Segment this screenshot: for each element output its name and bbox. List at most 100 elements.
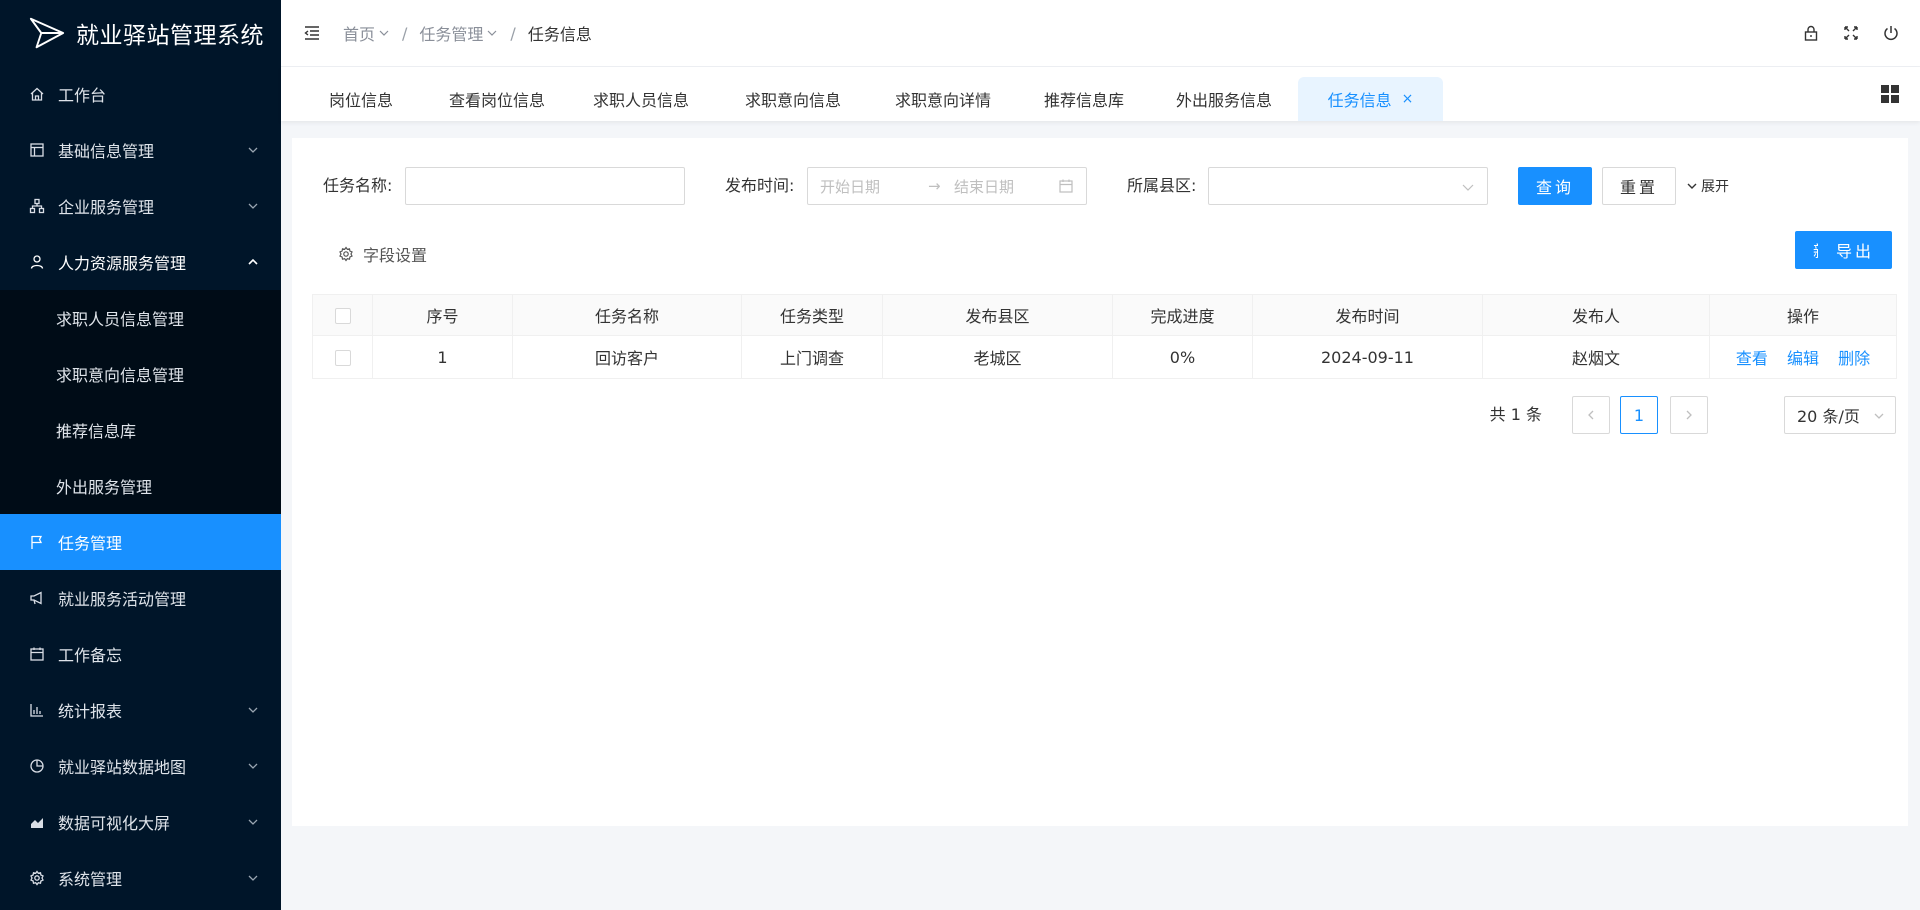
fullscreen-icon[interactable] [1842,24,1860,42]
sidebar-subitem-recommendation-library[interactable]: 推荐信息库 [0,402,281,458]
pie-chart-icon [28,757,46,775]
tab-job-intention-detail[interactable]: 求职意向详情 [879,77,1007,121]
header-actions [1802,0,1900,66]
menu-fold-icon[interactable] [303,24,321,42]
chevron-down-icon [248,203,258,209]
reset-button[interactable]: 重置 [1602,167,1676,205]
task-table: 序号 任务名称 任务类型 发布县区 完成进度 发布时间 发布人 操作 1 回访客… [312,294,1897,379]
column-header: 任务名称 [512,294,742,336]
sidebar-item-basic-info[interactable]: 基础信息管理 [0,122,281,178]
chevron-down-icon [248,707,258,713]
power-icon[interactable] [1882,24,1900,42]
area-chart-icon [28,813,46,831]
sidebar-item-hr-service[interactable]: 人力资源服务管理 [0,234,281,290]
cell-index: 1 [372,335,513,379]
table-row: 1 回访客户 上门调查 老城区 0% 2024-09-11 赵烟文 查看 编辑 … [312,335,1897,379]
app-title: 就业驿站管理系统 [76,23,264,49]
lock-icon[interactable] [1802,24,1820,42]
page-button-current[interactable]: 1 [1620,396,1658,434]
chevron-down-icon [248,819,258,825]
sidebar-item-work-memo[interactable]: 工作备忘 [0,626,281,682]
query-button[interactable]: 查询 [1518,167,1592,205]
chevron-down-icon [1874,413,1884,419]
row-checkbox[interactable] [334,350,351,366]
sidebar-item-label: 任务管理 [58,534,123,553]
breadcrumb-current: 任务信息 [527,25,592,44]
row-select-cell [312,335,373,379]
column-header: 操作 [1709,294,1897,336]
bar-chart-icon [28,701,46,719]
sidebar-item-workbench[interactable]: 工作台 [0,66,281,122]
cell-task-type: 上门调查 [741,335,883,379]
sidebar-subitem-job-seeker-info[interactable]: 求职人员信息管理 [0,290,281,346]
sidebar-item-label: 企业服务管理 [58,198,155,217]
column-header: 完成进度 [1112,294,1253,336]
column-header: 发布县区 [882,294,1113,336]
breadcrumb-parent[interactable]: 任务管理 [419,21,498,45]
sidebar-item-label: 数据可视化大屏 [58,814,171,833]
gear-icon [28,869,46,887]
column-header: 发布时间 [1252,294,1483,336]
chevron-down-icon [248,875,258,881]
page-size-select[interactable]: 20 条/页 [1784,396,1896,434]
table-header-row: 序号 任务名称 任务类型 发布县区 完成进度 发布时间 发布人 操作 [312,294,1897,336]
close-icon[interactable]: × [1402,91,1414,107]
megaphone-icon [28,589,46,607]
tab-view-job-info[interactable]: 查看岗位信息 [429,77,565,121]
user-icon [28,253,46,271]
sidebar-subitem-outreach-service[interactable]: 外出服务管理 [0,458,281,514]
expand-toggle[interactable]: 展开 [1686,167,1729,205]
gear-icon [339,246,353,262]
sidebar-item-label: 工作备忘 [58,646,123,665]
cell-actions: 查看 编辑 删除 [1709,335,1897,379]
publish-time-label: 发布时间: [725,176,795,195]
sidebar-subitem-job-intention-info[interactable]: 求职意向信息管理 [0,346,281,402]
task-name-input[interactable] [405,167,685,205]
next-page-button[interactable] [1670,396,1708,434]
chevron-down-icon [379,30,389,36]
edit-link[interactable]: 编辑 [1787,349,1819,368]
sidebar-item-employment-activity[interactable]: 就业服务活动管理 [0,570,281,626]
sidebar-item-data-screen[interactable]: 数据可视化大屏 [0,794,281,850]
tab-outreach-service-info[interactable]: 外出服务信息 [1159,77,1289,121]
pagination-total: 共 1 条 [1489,405,1542,424]
sidebar-item-system[interactable]: 系统管理 [0,850,281,906]
publish-date-range-picker[interactable]: 开始日期 → 结束日期 [807,167,1087,205]
search-form: 任务名称: 发布时间: 开始日期 → 结束日期 所属县区: 查询 重置 展开 [292,167,1908,205]
chevron-left-icon [1588,410,1594,420]
tab-task-info[interactable]: 任务信息 × [1298,77,1443,121]
breadcrumb-home-label: 首页 [343,25,376,44]
column-header: 任务类型 [741,294,883,336]
county-select[interactable] [1208,167,1488,205]
logo: 就业驿站管理系统 [0,0,281,66]
breadcrumb-home[interactable]: 首页 [343,21,390,45]
breadcrumb-separator: / [402,23,408,43]
chevron-down-icon [248,147,258,153]
breadcrumb: 首页 / 任务管理 / 任务信息 [343,21,592,45]
sidebar-item-task-management[interactable]: 任务管理 [0,514,281,570]
table-icon [28,141,46,159]
sidebar-item-statistics[interactable]: 统计报表 [0,682,281,738]
calendar-icon [1059,179,1073,193]
chevron-down-icon [1462,184,1474,191]
cell-publish-time: 2024-09-11 [1252,335,1483,379]
tab-job-intention-info[interactable]: 求职意向信息 [729,77,857,121]
cell-county: 老城区 [882,335,1113,379]
select-all-checkbox[interactable] [334,308,351,324]
range-arrow-icon: → [928,177,941,195]
tab-job-seeker-info[interactable]: 求职人员信息 [579,77,703,121]
view-link[interactable]: 查看 [1736,349,1768,368]
field-setting-button[interactable]: 字段设置 [338,237,427,271]
start-date-placeholder: 开始日期 [820,177,881,196]
tab-job-info[interactable]: 岗位信息 [309,77,413,121]
sidebar-item-enterprise-service[interactable]: 企业服务管理 [0,178,281,234]
grid-menu-icon[interactable] [1880,84,1900,104]
delete-link[interactable]: 删除 [1838,349,1870,368]
page-size-label: 20 条/页 [1797,407,1860,426]
tab-recommendation-library[interactable]: 推荐信息库 [1029,77,1139,121]
sidebar-item-data-map[interactable]: 就业驿站数据地图 [0,738,281,794]
column-header: 发布人 [1482,294,1710,336]
end-date-placeholder: 结束日期 [954,177,1015,196]
export-button[interactable]: 导出 [1818,231,1892,269]
prev-page-button[interactable] [1572,396,1610,434]
